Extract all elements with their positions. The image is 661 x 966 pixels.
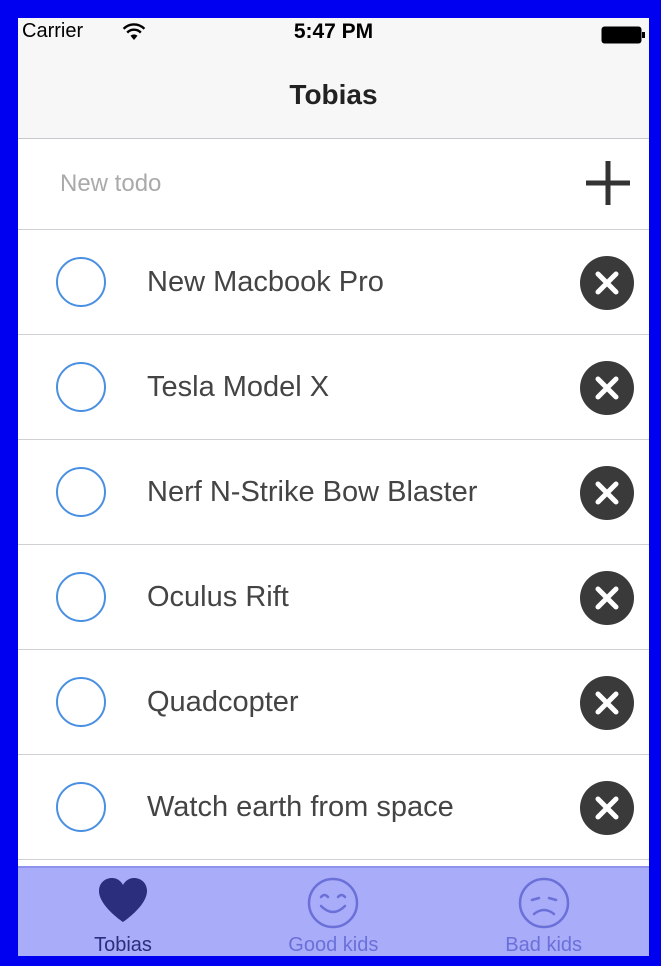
new-todo-row [18, 139, 649, 230]
tab-label: Bad kids [505, 934, 583, 956]
delete-icon[interactable] [579, 780, 635, 836]
todo-item: Nerf N-Strike Bow Blaster [18, 440, 649, 545]
tab-label: Tobias [94, 934, 152, 956]
todo-item: Oculus Rift [18, 545, 649, 650]
heart-icon [99, 878, 147, 922]
plus-icon[interactable] [584, 159, 632, 207]
new-todo-input[interactable] [58, 161, 542, 207]
checkbox-circle-icon[interactable] [55, 361, 107, 413]
navigation-bar: Tobias [18, 54, 649, 139]
todo-item: Tesla Model X [18, 335, 649, 440]
todo-label: Nerf N-Strike Bow Blaster [147, 476, 478, 508]
todo-item: Quadcopter [18, 650, 649, 755]
delete-icon[interactable] [579, 255, 635, 311]
todo-item: New Macbook Pro [18, 230, 649, 335]
todo-label: Quadcopter [147, 686, 299, 718]
checkbox-circle-icon[interactable] [55, 781, 107, 833]
delete-icon[interactable] [579, 675, 635, 731]
todo-list: New Macbook Pro Tesla Model X Nerf N-Strik… [18, 230, 649, 860]
checkbox-circle-icon[interactable] [55, 256, 107, 308]
tab-good-kids[interactable]: Good kids [228, 868, 438, 956]
page-title: Tobias [289, 79, 378, 110]
tab-tobias[interactable]: Tobias [18, 868, 228, 956]
todo-label: Tesla Model X [147, 371, 330, 403]
delete-icon[interactable] [579, 465, 635, 521]
tab-bad-kids[interactable]: Bad kids [439, 868, 649, 956]
todo-item: Watch earth from space [18, 755, 649, 860]
status-bar: Carrier 5:47 PM [18, 18, 649, 54]
todo-label: Oculus Rift [147, 581, 289, 613]
smiley-sad-icon [518, 877, 569, 929]
checkbox-circle-icon[interactable] [55, 676, 107, 728]
clock: 5:47 PM [293, 20, 374, 43]
delete-icon[interactable] [579, 570, 635, 626]
tab-bar: Tobias Good kids Bad kids [18, 866, 649, 956]
todo-label: Watch earth from space [147, 791, 454, 823]
delete-icon[interactable] [579, 360, 635, 416]
smiley-happy-icon [308, 877, 359, 929]
tab-label: Good kids [288, 934, 379, 956]
checkbox-circle-icon[interactable] [55, 571, 107, 623]
battery-icon [601, 26, 645, 44]
checkbox-circle-icon[interactable] [55, 466, 107, 518]
app-window: Carrier 5:47 PM Tobias New Macbook Pro Te… [18, 18, 649, 956]
todo-label: New Macbook Pro [147, 266, 384, 298]
